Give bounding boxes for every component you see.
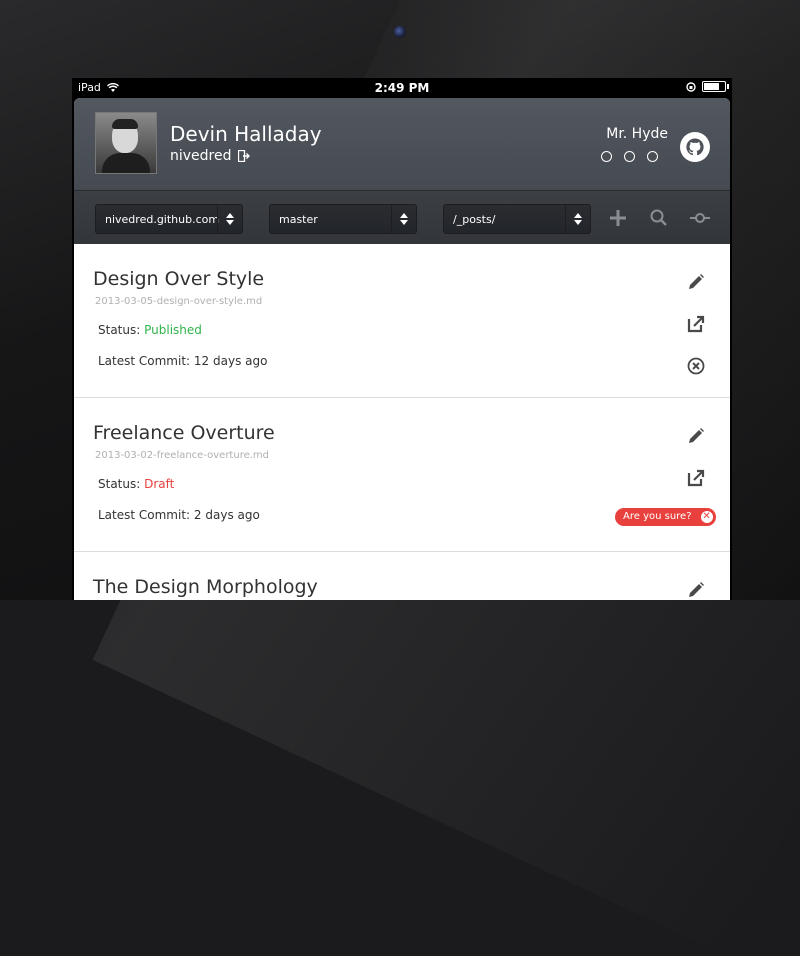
repo-owner-name: Mr. Hyde [606, 126, 668, 142]
post-status: Status: Draft [98, 477, 174, 491]
status-value: Published [144, 323, 202, 337]
profile-header: Devin Halladay nivedred Mr. Hyde [74, 98, 730, 190]
app-window: Devin Halladay nivedred Mr. Hyde nivedre… [74, 98, 730, 600]
repo-toolbar: nivedred.github.com master /_posts/ [74, 190, 730, 245]
edit-icon[interactable] [686, 272, 706, 292]
path-select[interactable]: /_posts/ [443, 204, 591, 234]
edit-icon[interactable] [686, 426, 706, 446]
post-title[interactable]: Design Over Style [93, 268, 264, 290]
status-label: Status: [98, 323, 141, 337]
status-value: Draft [144, 477, 175, 491]
list-item[interactable]: The Design Morphology [74, 552, 730, 600]
battery-icon [702, 81, 729, 92]
branch-select[interactable]: master [269, 204, 417, 234]
external-link-icon[interactable] [686, 314, 706, 334]
repo-select[interactable]: nivedred.github.com [95, 204, 243, 234]
chevron-updown-icon [391, 205, 416, 233]
status-label: Status: [98, 477, 141, 491]
clock: 2:49 PM [374, 81, 430, 95]
info-icon[interactable] [647, 151, 658, 162]
list-item[interactable]: Design Over Style 2013-03-05-design-over… [74, 244, 730, 398]
add-icon[interactable] [606, 206, 630, 230]
ipad-screen: iPad 2:49 PM Devin Halladay nivedred Mr.… [72, 78, 732, 600]
branch-select-value: master [279, 213, 318, 226]
search-icon[interactable] [647, 206, 671, 230]
post-filename: 2013-03-05-design-over-style.md [95, 296, 263, 307]
post-commit: Latest Commit: 12 days ago [98, 354, 267, 368]
post-title[interactable]: Freelance Overture [93, 422, 275, 444]
commit-icon[interactable] [688, 206, 712, 230]
list-item[interactable]: Freelance Overture 2013-03-02-freelance-… [74, 398, 730, 552]
delete-icon[interactable] [686, 356, 706, 376]
chevron-updown-icon [565, 205, 590, 233]
post-title[interactable]: The Design Morphology [93, 576, 318, 598]
confirm-delete-button[interactable]: Are you sure? ✕ [615, 508, 716, 526]
commit-value: 2 days ago [193, 508, 260, 522]
owner-actions [601, 151, 658, 162]
user-name: Devin Halladay [170, 122, 322, 146]
help-icon[interactable] [624, 151, 635, 162]
camera-icon [394, 26, 406, 38]
user-handle-row: nivedred [170, 148, 250, 164]
commit-value: 12 days ago [193, 354, 268, 368]
sign-out-icon[interactable] [237, 150, 250, 162]
post-filename: 2013-03-02-freelance-overture.md [95, 450, 269, 461]
avatar[interactable] [95, 112, 157, 174]
close-icon[interactable]: ✕ [700, 511, 713, 523]
edit-icon[interactable] [686, 580, 706, 600]
confirm-delete-label: Are you sure? [623, 511, 692, 522]
external-link-icon[interactable] [686, 468, 706, 488]
post-list: Design Over Style 2013-03-05-design-over… [74, 244, 730, 600]
chevron-updown-icon [217, 205, 242, 233]
path-select-value: /_posts/ [453, 213, 496, 226]
commit-label: Latest Commit: [98, 508, 191, 522]
repo-select-value: nivedred.github.com [105, 213, 220, 226]
post-status: Status: Published [98, 323, 202, 337]
status-bar: iPad 2:49 PM [72, 78, 732, 98]
lock-rotation-icon [686, 81, 696, 92]
github-icon[interactable] [680, 132, 710, 162]
post-commit: Latest Commit: 2 days ago [98, 508, 260, 522]
commit-label: Latest Commit: [98, 354, 191, 368]
settings-icon[interactable] [601, 151, 612, 162]
user-handle: nivedred [170, 148, 232, 164]
